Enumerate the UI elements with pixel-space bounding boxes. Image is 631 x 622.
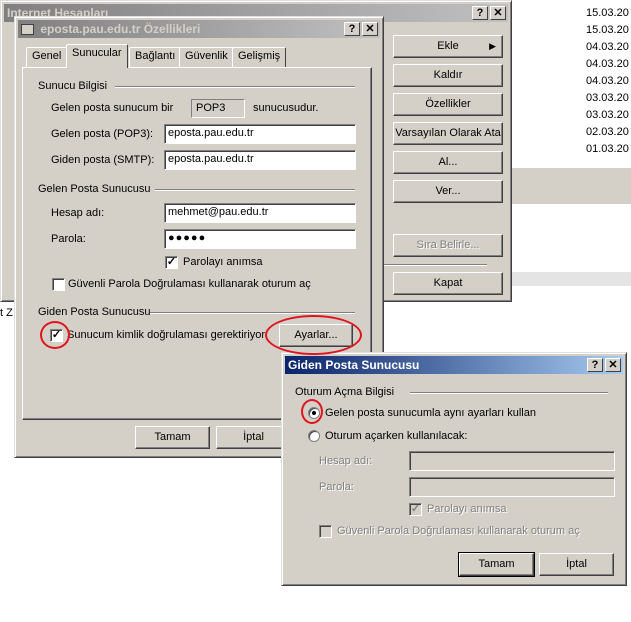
outgoing-account-label: Hesap adı: xyxy=(319,455,373,467)
edge-fragment-text: t Z xyxy=(0,307,13,319)
close-button[interactable]: ✕ xyxy=(490,6,506,20)
password-input[interactable]: ●●●●● xyxy=(164,229,356,249)
auth-required-checkbox[interactable]: ✓ xyxy=(50,329,63,342)
outgoing-spa-label: Güvenli Parola Doğrulaması kullanarak ot… xyxy=(337,525,580,537)
same-settings-radio[interactable] xyxy=(308,407,320,419)
remove-button[interactable]: Kaldır xyxy=(393,64,503,87)
tab-sunucular[interactable]: Sunucular xyxy=(66,44,128,68)
remember-password-label: Parolayı anımsa xyxy=(183,256,263,268)
export-button[interactable]: Ver... xyxy=(393,180,503,203)
outgoing-server-label: Giden posta (SMTP): xyxy=(51,154,155,166)
add-button[interactable]: Ekle ▶ xyxy=(393,35,503,58)
group-divider xyxy=(150,312,355,314)
tab-genel[interactable]: Genel xyxy=(26,47,68,67)
outgoing-account-input[interactable] xyxy=(409,451,615,471)
cancel-button[interactable]: İptal xyxy=(216,426,291,449)
group-divider xyxy=(155,189,355,191)
radio-selected-dot xyxy=(312,411,316,415)
incoming-type-prefix: Gelen posta sunucum bir xyxy=(51,102,174,114)
incoming-server-heading: Gelen Posta Sunucusu xyxy=(38,183,151,195)
outgoing-password-input[interactable] xyxy=(409,477,615,497)
incoming-server-type: POP3 xyxy=(191,99,245,118)
submenu-arrow-icon: ▶ xyxy=(489,41,496,51)
mail-date: 04.03.20 xyxy=(586,58,629,70)
tab-baglanti[interactable]: Bağlantı xyxy=(129,47,182,67)
mail-date: 04.03.20 xyxy=(586,75,629,87)
group-divider xyxy=(410,392,608,394)
background-toolbar-strip xyxy=(506,168,631,204)
outgoing-server-heading: Giden Posta Sunucusu xyxy=(38,306,151,318)
mail-date: 03.03.20 xyxy=(586,92,629,104)
settings-button[interactable]: Ayarlar... xyxy=(279,324,353,347)
import-button[interactable]: Al... xyxy=(393,151,503,174)
mail-date: 02.03.20 xyxy=(586,126,629,138)
outgoing-dialog-titlebar[interactable]: Giden Posta Sunucusu ? ✕ xyxy=(285,356,623,374)
incoming-type-suffix: sunucusudur. xyxy=(253,102,319,114)
properties-button[interactable]: Özellikler xyxy=(393,93,503,116)
mail-date: 04.03.20 xyxy=(586,41,629,53)
outgoing-cancel-button[interactable]: İptal xyxy=(539,553,614,576)
outgoing-server-input[interactable]: eposta.pau.edu.tr xyxy=(164,150,356,170)
outgoing-dialog-title: Giden Posta Sunucusu xyxy=(288,358,420,372)
outgoing-remember-checkbox[interactable]: ✓ xyxy=(409,503,422,516)
background-row-strip xyxy=(506,272,631,286)
spa-label: Güvenli Parola Doğrulaması kullanarak ot… xyxy=(68,278,311,290)
set-order-button[interactable]: Sıra Belirle... xyxy=(393,234,503,257)
outgoing-server-dialog: Giden Posta Sunucusu ? ✕ Oturum Açma Bil… xyxy=(281,352,627,586)
login-info-heading: Oturum Açma Bilgisi xyxy=(295,386,395,398)
outgoing-spa-checkbox[interactable] xyxy=(319,525,332,538)
add-button-label: Ekle xyxy=(437,40,459,52)
help-button[interactable]: ? xyxy=(344,22,360,36)
mail-date: 15.03.20 xyxy=(586,7,629,19)
ok-button[interactable]: Tamam xyxy=(135,426,210,449)
mail-date: 01.03.20 xyxy=(586,143,629,155)
close-dialog-button[interactable]: Kapat xyxy=(393,272,503,295)
close-button[interactable]: ✕ xyxy=(362,22,378,36)
tab-guvenlik[interactable]: Güvenlik xyxy=(179,47,234,67)
login-with-label: Oturum açarken kullanılacak: xyxy=(325,430,468,442)
outgoing-remember-label: Parolayı anımsa xyxy=(427,503,507,515)
auth-required-label: Sunucum kimlik doğrulaması gerektiriyor xyxy=(67,329,266,341)
tab-gelismis[interactable]: Gelişmiş xyxy=(232,47,287,67)
same-settings-label: Gelen posta sunucumla aynı ayarları kull… xyxy=(325,407,536,419)
properties-title: eposta.pau.edu.tr Özellikleri xyxy=(40,22,201,36)
separator xyxy=(381,264,487,266)
help-button[interactable]: ? xyxy=(472,6,488,20)
spa-checkbox[interactable] xyxy=(52,278,65,291)
server-info-heading: Sunucu Bilgisi xyxy=(38,80,108,92)
mail-date: 03.03.20 xyxy=(586,109,629,121)
outgoing-ok-button[interactable]: Tamam xyxy=(458,552,535,577)
group-divider xyxy=(115,86,355,88)
set-default-button[interactable]: Varsayılan Olarak Ata xyxy=(393,122,503,145)
incoming-server-label: Gelen posta (POP3): xyxy=(51,128,154,140)
remember-password-checkbox[interactable]: ✓ xyxy=(165,256,178,269)
account-name-label: Hesap adı: xyxy=(51,207,105,219)
account-icon xyxy=(21,24,34,36)
password-label: Parola: xyxy=(51,233,86,245)
incoming-server-input[interactable]: eposta.pau.edu.tr xyxy=(164,124,356,144)
login-with-radio[interactable] xyxy=(308,430,320,442)
help-button[interactable]: ? xyxy=(587,358,603,372)
close-button[interactable]: ✕ xyxy=(605,358,621,372)
account-name-input[interactable]: mehmet@pau.edu.tr xyxy=(164,203,356,223)
properties-titlebar[interactable]: eposta.pau.edu.tr Özellikleri ? ✕ xyxy=(18,20,380,38)
mail-date: 15.03.20 xyxy=(586,24,629,36)
outgoing-password-label: Parola: xyxy=(319,481,354,493)
